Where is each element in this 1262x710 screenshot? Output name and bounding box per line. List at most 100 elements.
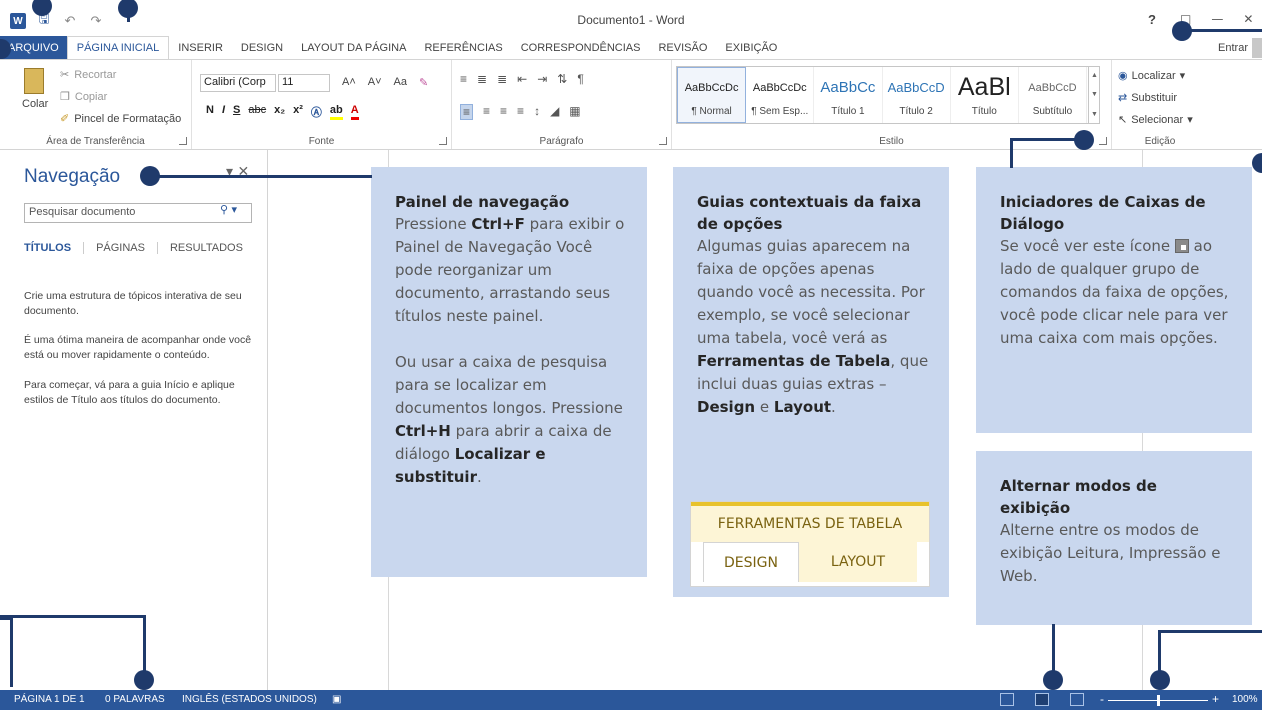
style-heading-1[interactable]: AaBbCc Título 1 bbox=[814, 67, 883, 123]
search-input[interactable]: Pesquisar documento bbox=[24, 203, 252, 223]
font-size-select[interactable]: 11 bbox=[278, 74, 330, 92]
dialog-launcher-icon bbox=[1174, 239, 1189, 253]
multilevel-icon[interactable]: ≣ bbox=[497, 72, 507, 86]
editing-group-label: Edição bbox=[1144, 136, 1176, 147]
superscript-button[interactable]: x² bbox=[293, 104, 303, 120]
align-left-icon[interactable]: ≡ bbox=[460, 104, 474, 120]
style-subtitle[interactable]: AaBbCcD Subtítulo bbox=[1019, 67, 1088, 123]
tab-home[interactable]: PÁGINA INICIAL bbox=[66, 36, 170, 60]
numbering-icon[interactable]: ≣ bbox=[477, 72, 487, 86]
text-effects-icon[interactable]: Ⓐ bbox=[311, 104, 322, 120]
more-styles-icon[interactable]: ▼ bbox=[1091, 111, 1098, 118]
font-name-select[interactable]: Calibri (Corp bbox=[200, 74, 276, 92]
ribbon-tabs: ARQUIVO PÁGINA INICIAL INSERIR DESIGN LA… bbox=[0, 36, 1262, 60]
style-no-spacing[interactable]: AaBbCcDc ¶ Sem Esp... bbox=[746, 67, 815, 123]
styles-launcher-icon[interactable] bbox=[1099, 137, 1107, 145]
title-bar: W 🖫 ↶ ↷ Documento1 - Word ? □ — ✕ bbox=[0, 0, 1262, 36]
paragraph-group-label: Parágrafo bbox=[539, 136, 584, 147]
zoom-out-button[interactable]: - bbox=[1100, 692, 1104, 706]
zoom-level[interactable]: 100% bbox=[1232, 694, 1258, 705]
select-button[interactable]: ↖ Selecionar ▾ bbox=[1118, 113, 1193, 127]
nav-help-text-3: Para começar, vá para a guia Início e ap… bbox=[24, 379, 235, 406]
macro-record-icon[interactable]: ▣ bbox=[332, 694, 341, 705]
language-indicator[interactable]: INGLÊS (ESTADOS UNIDOS) bbox=[182, 694, 317, 705]
copy-button[interactable]: ❐ Copiar bbox=[60, 90, 107, 104]
leader-ribbon-display-line bbox=[1180, 29, 1262, 32]
styles-scroll[interactable]: ▲ ▼ ▼ bbox=[1088, 66, 1100, 124]
pilcrow-icon[interactable]: ¶ bbox=[577, 72, 583, 86]
highlight-button[interactable]: ab bbox=[329, 104, 343, 120]
copy-icon: ❐ bbox=[60, 91, 70, 103]
chevron-down-icon[interactable]: ▼ bbox=[1091, 91, 1098, 98]
increase-indent-icon[interactable]: ⇥ bbox=[537, 72, 547, 86]
paragraph-launcher-icon[interactable] bbox=[659, 137, 667, 145]
subscript-button[interactable]: x₂ bbox=[274, 104, 285, 120]
cut-button[interactable]: ✂ Recortar bbox=[60, 68, 116, 82]
clipboard-group: Colar ✂ Recortar ❐ Copiar ✐ Pincel de Forma… bbox=[0, 60, 192, 149]
account-avatar[interactable] bbox=[1252, 38, 1262, 58]
clipboard-launcher-icon[interactable] bbox=[179, 137, 187, 145]
sign-in-link[interactable]: Entrar bbox=[1218, 42, 1248, 54]
leader-zoom-line-h bbox=[1158, 630, 1262, 633]
help-button[interactable]: ? bbox=[1148, 12, 1156, 27]
replace-button[interactable]: ⇄ Substituir bbox=[1118, 91, 1177, 105]
callout-navigation-pane: Painel de navegação Pressione Ctrl+F par… bbox=[371, 167, 647, 577]
tab-mailings[interactable]: CORRESPONDÊNCIAS bbox=[512, 36, 650, 60]
clipboard-group-label: Área de Transferência bbox=[46, 136, 145, 147]
font-style-row: N I S abc x₂ x² Ⓐ ab A bbox=[206, 104, 359, 120]
print-layout-icon[interactable] bbox=[1035, 693, 1049, 706]
justify-icon[interactable]: ≡ bbox=[517, 104, 524, 120]
strikethrough-button[interactable]: abc bbox=[248, 104, 266, 120]
font-launcher-icon[interactable] bbox=[439, 137, 447, 145]
cursor-icon: ↖ bbox=[1118, 114, 1128, 126]
chevron-up-icon[interactable]: ▲ bbox=[1091, 72, 1098, 79]
find-button[interactable]: ◉ Localizar ▾ bbox=[1118, 69, 1185, 83]
tab-design[interactable]: DESIGN bbox=[232, 36, 292, 60]
tab-insert[interactable]: INSERIR bbox=[169, 36, 232, 60]
line-spacing-icon[interactable]: ↕ bbox=[534, 104, 540, 120]
nav-pane-title: Navegação bbox=[24, 166, 121, 187]
align-right-icon[interactable]: ≡ bbox=[500, 104, 507, 120]
format-painter-button[interactable]: ✐ Pincel de Formatação bbox=[60, 112, 181, 126]
shading-icon[interactable]: ◢ bbox=[550, 104, 559, 120]
read-mode-icon[interactable] bbox=[1000, 693, 1014, 706]
styles-gallery: AaBbCcDc ¶ Normal AaBbCcDc ¶ Sem Esp... … bbox=[676, 66, 1100, 124]
style-heading-2[interactable]: AaBbCcD Título 2 bbox=[883, 67, 951, 123]
close-icon[interactable]: ✕ bbox=[1243, 12, 1253, 26]
font-group: Calibri (Corp 11 A˄ A˅ Aa ✎ N I S abc x₂… bbox=[192, 60, 452, 149]
bold-button[interactable]: N bbox=[206, 104, 214, 120]
nav-tab-pages[interactable]: PÁGINAS bbox=[84, 242, 158, 254]
italic-button[interactable]: I bbox=[222, 104, 225, 120]
zoom-in-button[interactable]: + bbox=[1212, 692, 1219, 706]
grow-font-button[interactable]: A˄ bbox=[342, 76, 356, 89]
underline-button[interactable]: S bbox=[233, 104, 240, 120]
style-normal[interactable]: AaBbCcDc ¶ Normal bbox=[677, 67, 747, 123]
tab-review[interactable]: REVISÃO bbox=[649, 36, 716, 60]
clear-format-icon[interactable]: ✎ bbox=[419, 76, 428, 89]
web-layout-icon[interactable] bbox=[1070, 693, 1084, 706]
binoculars-icon: ◉ bbox=[1118, 70, 1128, 82]
zoom-slider-thumb[interactable] bbox=[1157, 695, 1160, 706]
font-color-button[interactable]: A bbox=[350, 104, 359, 120]
nav-tab-headings[interactable]: TÍTULOS bbox=[24, 242, 85, 254]
align-center-icon[interactable]: ≡ bbox=[483, 104, 490, 120]
page-count[interactable]: PÁGINA 1 DE 1 bbox=[14, 694, 85, 705]
callout-views-text: Alterne entre os modos de exibição Leitu… bbox=[1000, 521, 1221, 585]
minimize-icon[interactable]: — bbox=[1211, 12, 1223, 26]
sort-icon[interactable]: ⇅ bbox=[557, 72, 567, 86]
tab-view[interactable]: EXIBIÇÃO bbox=[716, 36, 786, 60]
paste-icon[interactable] bbox=[24, 68, 44, 94]
tab-references[interactable]: REFERÊNCIAS bbox=[415, 36, 511, 60]
style-title[interactable]: AaBl Título bbox=[951, 67, 1019, 123]
shrink-font-button[interactable]: A˅ bbox=[368, 76, 382, 89]
search-icon[interactable]: ⚲ ▾ bbox=[220, 203, 237, 216]
bullets-icon[interactable]: ≡ bbox=[460, 72, 467, 86]
callout-navigation-text-1: Pressione Ctrl+F para exibir o Painel de… bbox=[395, 215, 625, 325]
paste-button[interactable]: Colar bbox=[22, 98, 48, 110]
nav-tab-results[interactable]: RESULTADOS bbox=[158, 242, 255, 254]
word-count[interactable]: 0 PALAVRAS bbox=[105, 694, 165, 705]
decrease-indent-icon[interactable]: ⇤ bbox=[517, 72, 527, 86]
change-case-button[interactable]: Aa bbox=[394, 76, 407, 89]
tab-page-layout[interactable]: LAYOUT DA PÁGINA bbox=[292, 36, 415, 60]
borders-icon[interactable]: ▦ bbox=[569, 104, 580, 120]
